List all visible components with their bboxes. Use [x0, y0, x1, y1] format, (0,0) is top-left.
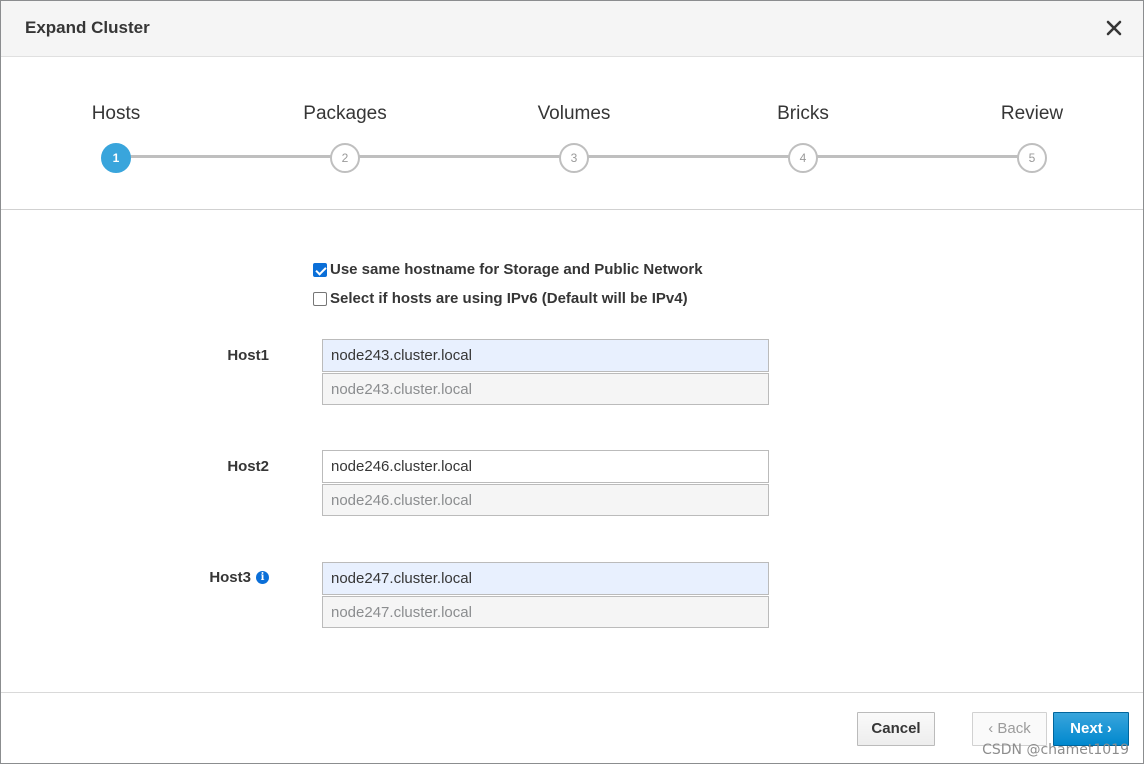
- step-label-review[interactable]: Review: [1001, 103, 1063, 125]
- dialog-header: Expand Cluster: [1, 1, 1143, 57]
- next-button[interactable]: Next ›: [1053, 712, 1129, 746]
- host3-label-text: Host3: [209, 569, 251, 586]
- close-icon: [1106, 20, 1122, 36]
- host3-storage-input[interactable]: node247.cluster.local: [322, 562, 769, 595]
- host2-label-text: Host2: [227, 458, 269, 475]
- same-hostname-checkbox[interactable]: [313, 262, 327, 277]
- same-hostname-option: Use same hostname for Storage and Public…: [313, 261, 703, 278]
- host2-label: Host2: [227, 458, 269, 475]
- host1-storage-input[interactable]: node243.cluster.local: [322, 339, 769, 372]
- ipv6-checkbox[interactable]: [313, 291, 327, 306]
- host1-label-text: Host1: [227, 347, 269, 364]
- host2-public-input: node246.cluster.local: [322, 484, 769, 516]
- watermark: CSDN @chamet1019: [982, 742, 1129, 758]
- step-label-packages[interactable]: Packages: [303, 103, 386, 125]
- back-button[interactable]: ‹ Back: [972, 712, 1047, 746]
- cancel-button[interactable]: Cancel: [857, 712, 935, 746]
- step-circle-4[interactable]: 4: [788, 143, 818, 173]
- wizard-steps: Hosts Packages Volumes Bricks Review 1 2…: [1, 57, 1143, 210]
- step-circle-3[interactable]: 3: [559, 143, 589, 173]
- step-label-volumes[interactable]: Volumes: [538, 103, 611, 125]
- expand-cluster-dialog: Expand Cluster Hosts Packages Volumes Br…: [0, 0, 1144, 764]
- close-button[interactable]: [1101, 15, 1127, 41]
- dialog-footer: Cancel ‹ Back Next ›: [1, 692, 1143, 763]
- info-icon[interactable]: i: [256, 571, 269, 584]
- host1-label: Host1: [227, 347, 269, 364]
- step-circle-1[interactable]: 1: [101, 143, 131, 173]
- host2-storage-input[interactable]: node246.cluster.local: [322, 450, 769, 483]
- step-label-hosts[interactable]: Hosts: [92, 103, 141, 125]
- dialog-body: Use same hostname for Storage and Public…: [1, 211, 1143, 692]
- same-hostname-label: Use same hostname for Storage and Public…: [330, 261, 703, 278]
- step-label-bricks[interactable]: Bricks: [777, 103, 829, 125]
- host3-public-input: node247.cluster.local: [322, 596, 769, 628]
- dialog-title: Expand Cluster: [25, 18, 150, 37]
- ipv6-option: Select if hosts are using IPv6 (Default …: [313, 290, 688, 307]
- host3-label: Host3 i: [209, 569, 269, 586]
- ipv6-label: Select if hosts are using IPv6 (Default …: [330, 290, 688, 307]
- step-circle-2[interactable]: 2: [330, 143, 360, 173]
- host1-public-input: node243.cluster.local: [322, 373, 769, 405]
- step-circle-5[interactable]: 5: [1017, 143, 1047, 173]
